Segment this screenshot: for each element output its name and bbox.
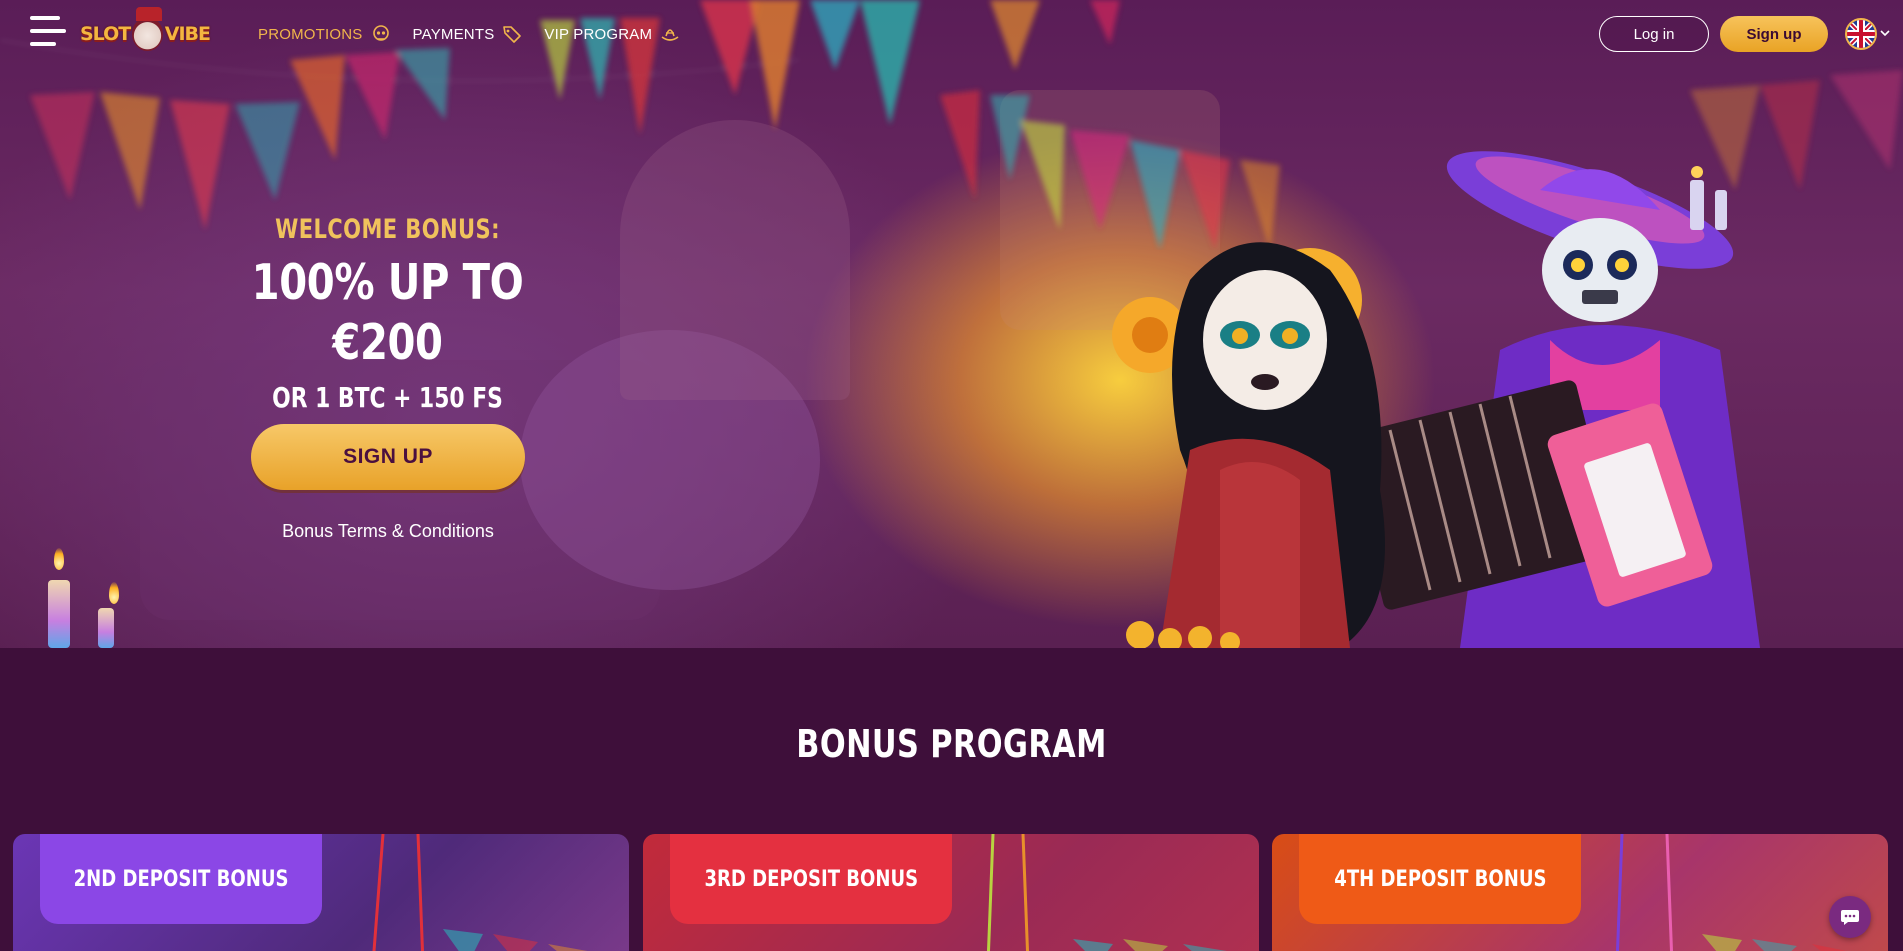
welcome-bonus-headline: 100% UP TO €200 [251, 254, 524, 371]
welcome-bonus-lead: WELCOME BONUS: [275, 214, 500, 245]
uk-flag-icon [1845, 18, 1877, 50]
tag-icon [503, 26, 522, 43]
menu-icon[interactable] [30, 16, 66, 48]
nav-item-label: VIP PROGRAM [544, 25, 653, 43]
nav-item-payments[interactable]: PAYMENTS [413, 24, 523, 44]
logo-skull-icon [132, 7, 163, 51]
nav-item-promotions[interactable]: PROMOTIONS [258, 24, 391, 44]
nav-item-vip-program[interactable]: VIP PROGRAM [544, 24, 680, 44]
language-selector[interactable] [1845, 18, 1891, 50]
nav-item-label: PROMOTIONS [258, 25, 363, 43]
site-header: SLOT VIBE PROMOTIONS PAYMENTS VIP PROGRA… [0, 0, 1903, 68]
bonus-card-2nd-deposit[interactable]: 2ND DEPOSIT BONUS [13, 834, 629, 951]
candle [98, 608, 114, 648]
logo-text-left: SLOT [80, 23, 131, 45]
sugar-skull-icon [372, 25, 389, 41]
live-chat-button[interactable] [1829, 896, 1871, 938]
chat-bubble-icon [1841, 910, 1859, 925]
sombrero-icon [661, 29, 679, 41]
welcome-bonus-block: WELCOME BONUS: 100% UP TO €200 OR 1 BTC … [150, 214, 625, 414]
chevron-down-icon [1880, 30, 1890, 37]
bonus-card-title: 4TH DEPOSIT BONUS [1299, 834, 1581, 924]
bonus-card-3rd-deposit[interactable]: 3RD DEPOSIT BONUS [643, 834, 1259, 951]
bonus-terms-link[interactable]: Bonus Terms & Conditions [251, 521, 525, 542]
page: SLOT VIBE PROMOTIONS PAYMENTS VIP PROGRA… [0, 0, 1903, 951]
candle-flame [54, 548, 64, 570]
login-button[interactable]: Log in [1599, 16, 1709, 52]
bonus-card-title: 2ND DEPOSIT BONUS [40, 834, 322, 924]
main-nav: PROMOTIONS PAYMENTS VIP PROGRAM [258, 24, 702, 44]
bonus-program-title: BONUS PROGRAM [796, 722, 1107, 766]
nav-item-label: PAYMENTS [412, 25, 495, 43]
site-logo[interactable]: SLOT VIBE [80, 7, 211, 60]
candle [48, 580, 70, 648]
candle-flame [109, 582, 119, 604]
hero-signup-button[interactable]: SIGN UP [251, 424, 525, 490]
bonus-card-title: 3RD DEPOSIT BONUS [670, 834, 952, 924]
signup-button[interactable]: Sign up [1720, 16, 1828, 52]
bonus-card-4th-deposit[interactable]: 4TH DEPOSIT BONUS [1272, 834, 1888, 951]
welcome-bonus-subline: OR 1 BTC + 150 FS [272, 381, 503, 414]
hero-characters-illustration [1112, 151, 1760, 648]
logo-text-right: VIBE [164, 23, 211, 45]
